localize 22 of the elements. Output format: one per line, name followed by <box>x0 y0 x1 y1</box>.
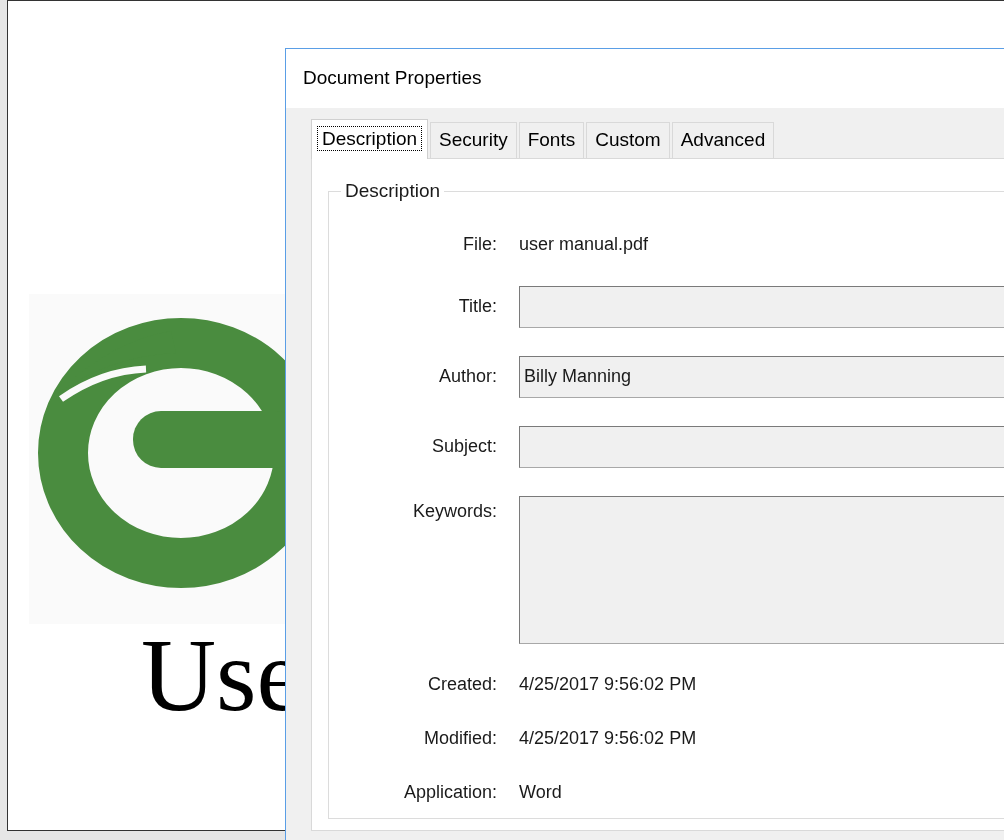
window-title: Document Properties <box>303 66 482 91</box>
text-field[interactable] <box>519 425 1004 468</box>
tab[interactable]: Security <box>430 122 517 158</box>
field-label: Created: <box>426 673 497 696</box>
field-label: Keywords: <box>411 499 497 523</box>
tab[interactable]: Custom <box>586 122 670 158</box>
text-field[interactable]: Billy Manning <box>519 355 1004 398</box>
tab[interactable]: Advanced <box>671 122 775 158</box>
field-label: Application: <box>402 781 497 804</box>
field-label: Title: <box>457 295 497 318</box>
field-label: Subject: <box>430 435 497 458</box>
text-field[interactable] <box>519 285 1004 328</box>
field-label: Modified: <box>422 727 497 750</box>
field-label: Author: <box>437 365 497 388</box>
field-label: File: <box>462 233 497 256</box>
field-value: user manual.pdf <box>519 233 649 256</box>
field-value: 4/25/2017 9:56:02 PM <box>519 673 697 696</box>
tab[interactable]: Fonts <box>518 122 585 158</box>
tab[interactable]: Description <box>311 119 429 159</box>
field-value: Word <box>519 781 562 804</box>
group-title: Description <box>344 179 442 203</box>
field-value: 4/25/2017 9:56:02 PM <box>519 727 697 750</box>
